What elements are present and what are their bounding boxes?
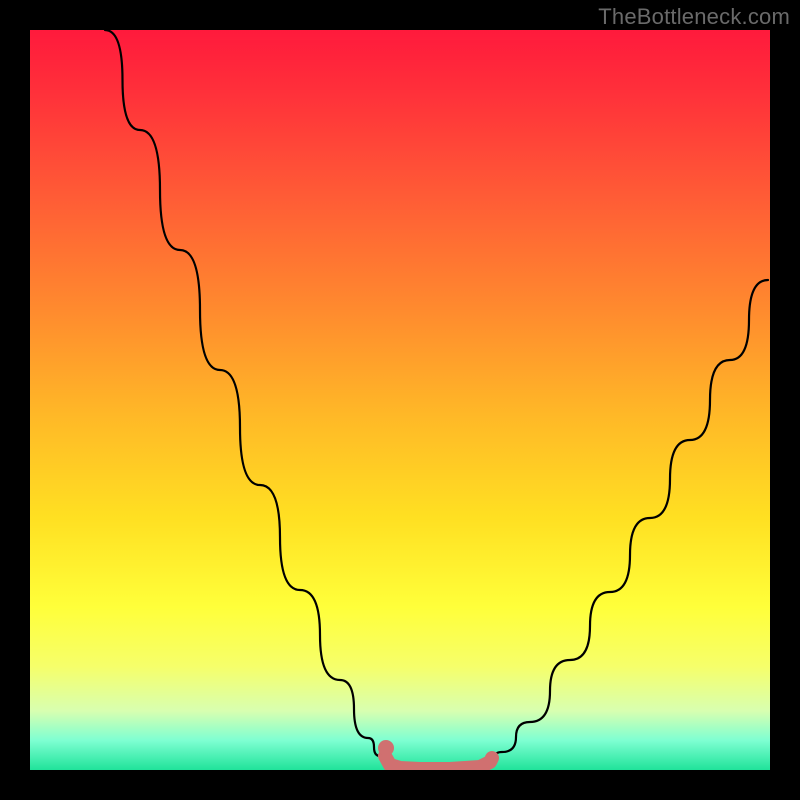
trough-accent (385, 756, 492, 769)
curves-svg (30, 30, 770, 770)
left-curve (105, 30, 387, 762)
plot-area (30, 30, 770, 770)
watermark-text: TheBottleneck.com (598, 4, 790, 30)
right-curve (489, 280, 768, 760)
chart-frame: TheBottleneck.com (0, 0, 800, 800)
trough-dot (378, 740, 394, 756)
